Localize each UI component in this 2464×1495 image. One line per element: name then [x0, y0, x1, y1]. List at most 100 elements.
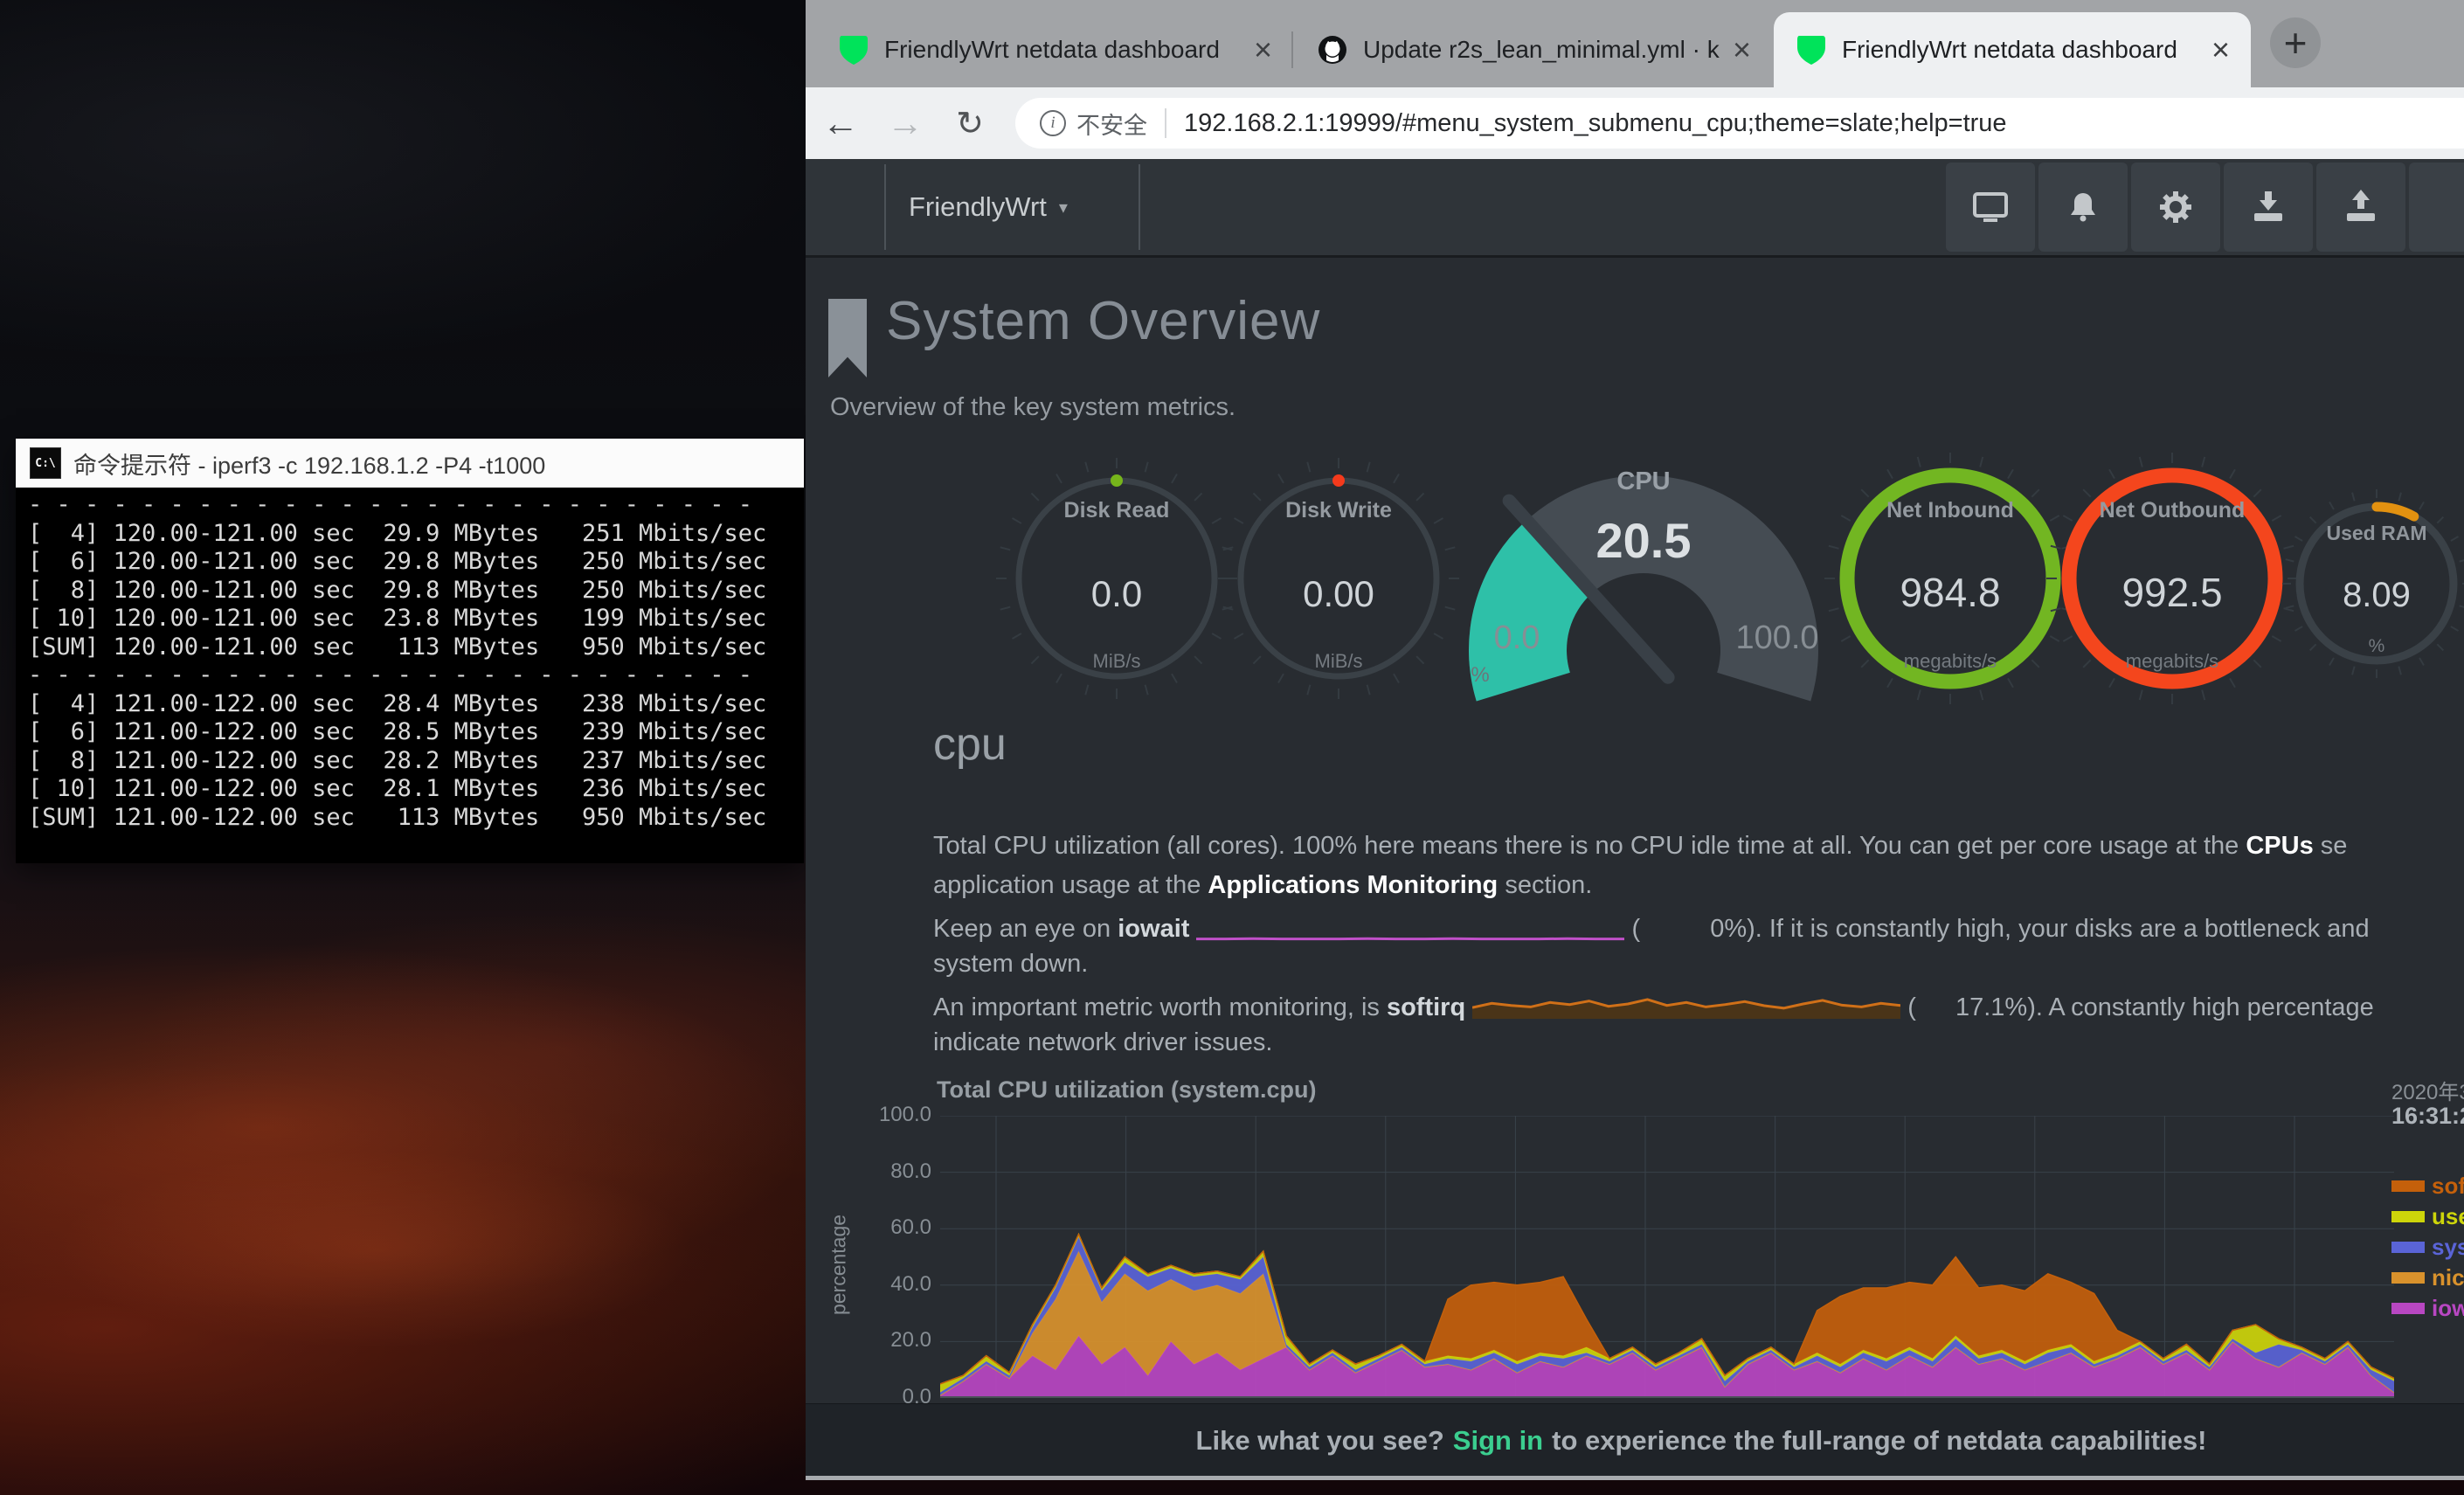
chevron-down-icon: ▾ — [1059, 197, 1068, 218]
monitor-icon — [1969, 186, 2011, 228]
legend-item-user[interactable]: user — [2391, 1203, 2464, 1229]
tab-title: FriendlyWrt netdata dashboard — [884, 36, 1245, 64]
navbar-button-gear[interactable] — [2131, 163, 2220, 252]
cpu-description-line: Total CPU utilization (all cores). 100% … — [933, 832, 2347, 869]
cmd-icon: C:\ — [30, 447, 61, 479]
more-icon — [2433, 186, 2464, 228]
hostname-dropdown[interactable]: FriendlyWrt ▾ — [909, 159, 1068, 255]
cpu-utilization-chart[interactable] — [940, 1116, 2394, 1398]
close-icon[interactable]: × — [2211, 34, 2230, 66]
reload-icon[interactable]: ↻ — [942, 87, 998, 159]
page-title: System Overview — [886, 290, 1320, 352]
net-outbound-gauge[interactable]: Net Outbound 992.5 megabits/s — [2046, 453, 2298, 704]
browser-window: FriendlyWrt netdata dashboard×Update r2s… — [806, 0, 2464, 1480]
used-ram-gauge[interactable]: Used RAM8.09% — [2282, 489, 2464, 678]
svg-text:100.0: 100.0 — [1735, 619, 1818, 656]
svg-text:0.0: 0.0 — [1494, 619, 1540, 656]
svg-text:megabits/s: megabits/s — [2126, 650, 2218, 672]
legend-label: nice — [2432, 1264, 2464, 1291]
softirq-sparkline[interactable] — [1472, 989, 1900, 1021]
banner-text: to experience the full-range of netdata … — [1552, 1425, 2206, 1457]
legend-item-softirq[interactable]: softirq — [2391, 1173, 2464, 1199]
legend-item-nice[interactable]: nice — [2391, 1264, 2464, 1291]
legend-item-iowait[interactable]: iowait — [2391, 1295, 2464, 1321]
back-icon[interactable]: ← — [813, 87, 869, 159]
cpu-description-line: application usage at the Applications Mo… — [933, 871, 1592, 908]
cpu-description-line: indicate network driver issues. — [933, 1028, 1272, 1065]
chart-time: 16:31:2 — [2391, 1103, 2464, 1130]
terminal-output-line: [ 8] 120.00-121.00 sec 29.8 MBytes 250 M… — [16, 577, 804, 606]
cpu-gauge[interactable]: CPU20.50.0100.0% — [1449, 465, 1851, 709]
link-cpus[interactable]: CPUs — [2246, 832, 2313, 860]
svg-text:984.8: 984.8 — [1900, 570, 2000, 615]
chart-date: 2020年3 — [2391, 1075, 2464, 1105]
url-text: 192.168.2.1:19999/#menu_system_submenu_c… — [1184, 109, 2007, 138]
tab-3[interactable]: FriendlyWrt netdata dashboard× — [1774, 12, 2251, 87]
metric-name: iowait — [1118, 915, 1189, 943]
tab-strip: FriendlyWrt netdata dashboard×Update r2s… — [806, 0, 2464, 87]
terminal-titlebar[interactable]: C:\ 命令提示符 - iperf3 -c 192.168.1.2 -P4 -t… — [16, 439, 804, 488]
terminal-output-line: [ 8] 121.00-122.00 sec 28.2 MBytes 237 M… — [16, 747, 804, 776]
address-bar[interactable]: i 不安全 192.168.2.1:19999/#menu_system_sub… — [1015, 98, 2464, 149]
svg-text:Net Inbound: Net Inbound — [1886, 498, 2014, 523]
tab-2[interactable]: Update r2s_lean_minimal.yml · k× — [1295, 12, 1772, 87]
netdata-icon — [1796, 34, 1826, 66]
cpu-description-line: An important metric worth monitoring, is… — [933, 989, 2374, 1026]
netdata-page: FriendlyWrt ▾ System Overview Overview o… — [806, 159, 2464, 1476]
hostname-label: FriendlyWrt — [909, 191, 1047, 223]
terminal-body[interactable]: - - - - - - - - - - - - - - - - - - - - … — [16, 488, 804, 863]
disk-read-gauge[interactable]: Disk Read 0.0 MiB/s — [996, 458, 1237, 699]
metric-name: softirq — [1387, 993, 1465, 1021]
svg-text:0.00: 0.00 — [1303, 573, 1374, 614]
terminal-output-line: [SUM] 121.00-122.00 sec 113 MBytes 950 M… — [16, 804, 804, 833]
desktop: C:\ 命令提示符 - iperf3 -c 192.168.1.2 -P4 -t… — [0, 0, 2464, 1495]
net-inbound-gauge[interactable]: Net Inbound 984.8 megabits/s — [1824, 453, 2076, 704]
y-tick-label: 80.0 — [835, 1159, 931, 1184]
tab-divider — [1291, 31, 1293, 68]
navbar-divider — [884, 164, 886, 250]
iowait-sparkline[interactable] — [1196, 910, 1624, 942]
navbar-button-upload[interactable] — [2316, 163, 2405, 252]
legend-swatch — [2391, 1272, 2425, 1284]
terminal-output-line: [ 10] 120.00-121.00 sec 23.8 MBytes 199 … — [16, 605, 804, 633]
navbar-button-more[interactable] — [2409, 163, 2464, 252]
svg-text:CPU: CPU — [1616, 467, 1670, 495]
terminal-window: C:\ 命令提示符 - iperf3 -c 192.168.1.2 -P4 -t… — [16, 439, 804, 863]
navbar-button-monitor[interactable] — [1946, 163, 2035, 252]
svg-text:MiB/s: MiB/s — [1315, 650, 1363, 672]
cpu-description-line: Keep an eye on iowait (0%). If it is con… — [933, 910, 2370, 947]
legend-swatch — [2391, 1303, 2425, 1314]
legend-item-system[interactable]: system — [2391, 1234, 2464, 1260]
legend-label: system — [2432, 1234, 2464, 1261]
tab-1[interactable]: FriendlyWrt netdata dashboard × — [816, 12, 1293, 87]
svg-text:MiB/s: MiB/s — [1093, 650, 1141, 672]
security-label: 不安全 — [1076, 107, 1147, 141]
legend-swatch — [2391, 1242, 2425, 1253]
svg-text:megabits/s: megabits/s — [1904, 650, 1997, 672]
legend-label: iowait — [2432, 1295, 2464, 1322]
legend-swatch — [2391, 1211, 2425, 1222]
close-icon[interactable]: × — [1254, 34, 1272, 66]
navbar-button-download[interactable] — [2224, 163, 2313, 252]
site-info-icon[interactable]: i — [1040, 110, 1066, 136]
svg-text:Net Outbound: Net Outbound — [2100, 498, 2246, 523]
navbar-button-bell[interactable] — [2038, 163, 2128, 252]
legend-swatch — [2391, 1180, 2425, 1192]
legend-label: user — [2432, 1203, 2464, 1230]
link-applications-monitoring[interactable]: Applications Monitoring — [1208, 871, 1498, 899]
gear-icon — [2155, 186, 2197, 228]
svg-text:0.0: 0.0 — [1091, 573, 1142, 614]
disk-write-gauge[interactable]: Disk Write0.00MiB/s — [1218, 458, 1459, 699]
legend-label: softirq — [2432, 1173, 2464, 1200]
sign-in-link[interactable]: Sign in — [1453, 1425, 1543, 1457]
y-tick-label: 60.0 — [835, 1215, 931, 1240]
svg-text:992.5: 992.5 — [2121, 570, 2222, 615]
terminal-output-line: - - - - - - - - - - - - - - - - - - - - … — [16, 661, 804, 690]
upload-icon — [2340, 186, 2382, 228]
netdata-navbar: FriendlyWrt ▾ — [806, 159, 2464, 258]
close-icon[interactable]: × — [1733, 34, 1751, 66]
new-tab-button[interactable]: + — [2270, 17, 2321, 68]
browser-window-edge — [806, 1476, 2464, 1480]
forward-icon[interactable]: → — [877, 87, 933, 159]
svg-text:Disk Read: Disk Read — [1064, 498, 1170, 523]
